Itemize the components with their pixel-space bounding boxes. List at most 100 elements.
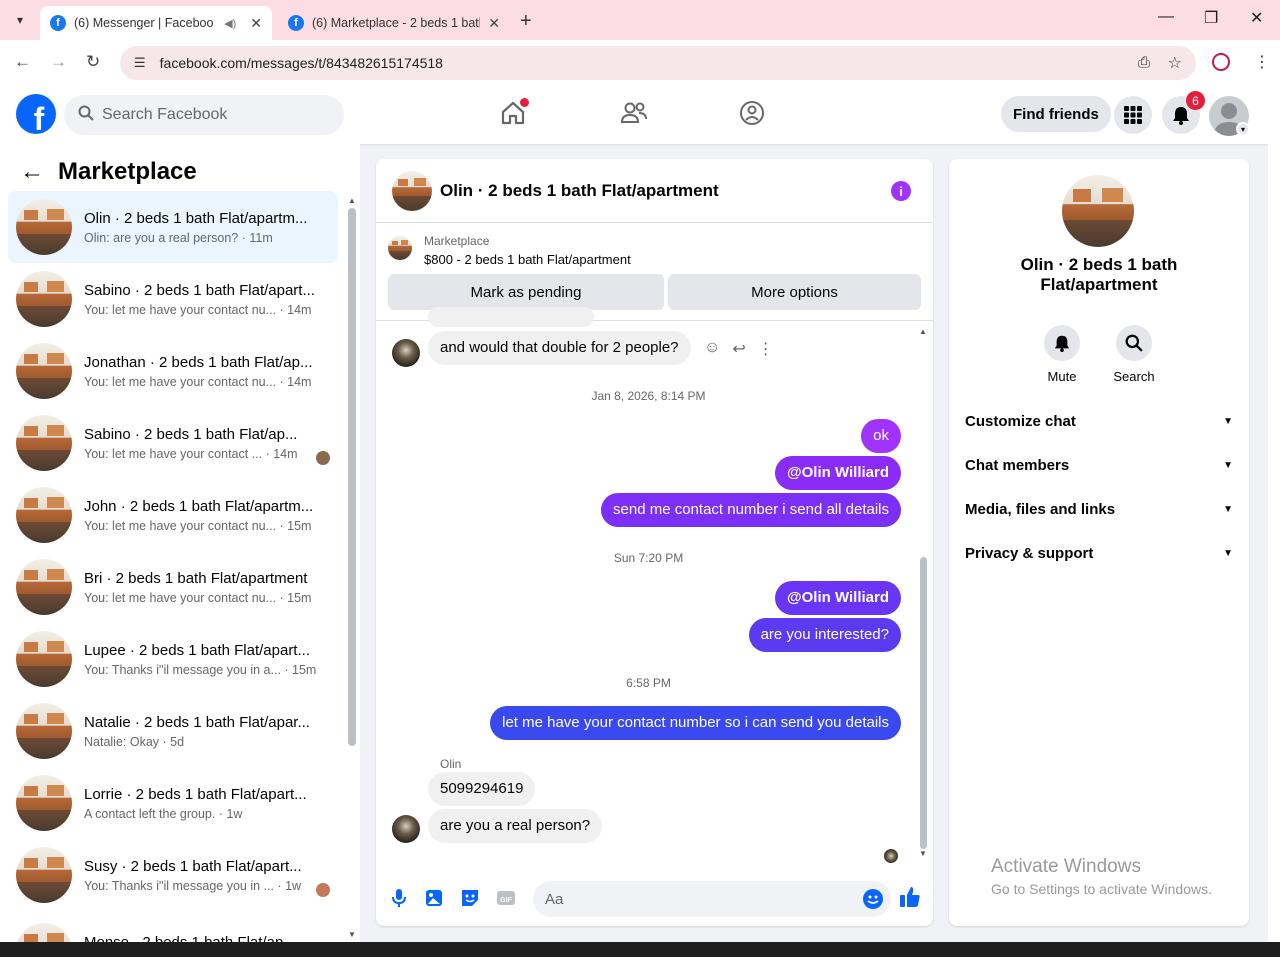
mute-bell-icon[interactable] (1044, 325, 1080, 361)
facebook-logo[interactable]: f (16, 94, 56, 134)
tab-search-chevron-icon[interactable]: ▾ (8, 8, 32, 32)
new-tab-icon[interactable]: + (520, 10, 532, 33)
friends-icon[interactable] (620, 100, 648, 128)
mark-as-pending-button[interactable]: Mark as pending (388, 274, 664, 310)
tab-messenger[interactable]: f (6) Messenger | Facebook ◀) ✕ (40, 6, 272, 40)
groups-icon[interactable] (739, 100, 767, 128)
tab-marketplace[interactable]: f (6) Marketplace - 2 beds 1 bath ✕ (278, 6, 510, 40)
outgoing-message[interactable]: let me have your contact number so i can… (490, 706, 901, 740)
outgoing-message[interactable]: are you interested? (748, 618, 901, 652)
search-icon (78, 105, 94, 125)
customize-chat-section[interactable]: Customize chat ▼ (965, 399, 1233, 443)
bookmark-star-icon[interactable]: ☆ (1168, 53, 1182, 73)
conversation-preview: You: let me have your contact nu... · 14… (84, 302, 312, 317)
conversation-item[interactable]: Lupee · 2 beds 1 bath Flat/apart... You: … (8, 623, 338, 695)
react-emoji-icon[interactable]: ☺ (704, 339, 720, 359)
chat-members-section[interactable]: Chat members ▼ (965, 443, 1233, 487)
search-box[interactable] (64, 95, 344, 135)
conversation-item[interactable]: Jonathan · 2 beds 1 bath Flat/ap... You: … (8, 335, 338, 407)
scroll-thumb[interactable] (920, 557, 927, 849)
conversation-item[interactable]: Susy · 2 beds 1 bath Flat/apart... You: T… (8, 839, 338, 911)
conversation-item[interactable]: Sabino · 2 beds 1 bath Flat/apart... You:… (8, 263, 338, 335)
conversation-preview: A contact left the group. · 1w (84, 806, 243, 821)
outgoing-message[interactable]: send me contact number i send all detail… (601, 493, 901, 527)
mute-action[interactable]: Mute (1032, 325, 1092, 384)
speaker-icon[interactable]: ◀) (224, 17, 236, 30)
message-thread: and would that double for 2 people? ☺ ↩ … (376, 307, 921, 861)
microphone-icon[interactable] (388, 887, 410, 909)
close-tab-icon[interactable]: ✕ (250, 15, 262, 32)
conversation-name: Sabino · 2 beds 1 bath Flat/apart... (84, 281, 315, 299)
back-icon[interactable]: ← (14, 52, 31, 72)
conversation-name: Sabino · 2 beds 1 bath Flat/ap... (84, 425, 298, 443)
menu-grid-icon[interactable] (1114, 96, 1152, 134)
message-input[interactable] (545, 890, 845, 908)
page-scrollbar[interactable] (1268, 86, 1280, 942)
restore-icon[interactable]: ❐ (1204, 8, 1218, 28)
account-chevron-icon[interactable]: ▾ (1236, 122, 1250, 136)
scroll-up-icon[interactable]: ▲ (348, 196, 356, 205)
outgoing-mention-message[interactable]: @Olin Williard (775, 581, 901, 615)
back-arrow-icon[interactable]: ← (20, 158, 44, 186)
incoming-message[interactable]: 5099294619 (428, 772, 536, 806)
conversation-list-scrollbar[interactable]: ▲ ▼ (348, 196, 356, 944)
forward-icon[interactable]: → (50, 52, 67, 72)
thumbs-up-icon[interactable] (898, 885, 922, 915)
chat-info-pane: Olin · 2 beds 1 bath Flat/apartment Mute… (949, 159, 1249, 926)
conversation-preview: You: let me have your contact ... · 14m (84, 446, 298, 461)
browser-profile-icon[interactable] (1212, 53, 1230, 71)
info-icon[interactable]: i (891, 181, 911, 201)
conversation-name: Lorrie · 2 beds 1 bath Flat/apart... (84, 785, 307, 803)
find-friends-button[interactable]: Find friends (1001, 96, 1111, 132)
photo-icon[interactable] (423, 887, 445, 909)
search-action[interactable]: Search (1104, 325, 1164, 384)
media-files-section[interactable]: Media, files and links ▼ (965, 487, 1233, 531)
outgoing-mention-message[interactable]: @Olin Williard (775, 456, 901, 490)
url-box[interactable]: ☰ facebook.com/messages/t/84348261517451… (120, 46, 1196, 80)
close-window-icon[interactable]: ✕ (1250, 8, 1263, 28)
minimize-icon[interactable]: — (1158, 8, 1174, 26)
conversation-item[interactable]: Lorrie · 2 beds 1 bath Flat/apart... A co… (8, 767, 338, 839)
sender-avatar (392, 815, 420, 843)
more-dots-icon[interactable]: ⋮ (758, 339, 774, 359)
conversation-name: Natalie · 2 beds 1 bath Flat/apar... (84, 713, 310, 731)
chevron-down-icon: ▼ (1223, 459, 1233, 471)
chat-avatar[interactable] (392, 170, 432, 211)
search-icon[interactable] (1116, 325, 1152, 361)
incoming-message[interactable]: and would that double for 2 people? (428, 331, 691, 365)
chat-header: Olin · 2 beds 1 bath Flat/apartment i (376, 159, 933, 223)
emoji-icon[interactable] (863, 889, 883, 909)
site-settings-icon[interactable]: ☰ (134, 55, 146, 71)
conversation-item[interactable]: Bri · 2 beds 1 bath Flat/apartment You: l… (8, 551, 338, 623)
conversation-item[interactable]: Sabino · 2 beds 1 bath Flat/ap... You: le… (8, 407, 338, 479)
listing-price[interactable]: $800 - 2 beds 1 bath Flat/apartment (424, 252, 631, 267)
browser-menu-icon[interactable]: ⋮ (1254, 52, 1270, 72)
chat-scrollbar[interactable]: ▲ ▼ (918, 327, 928, 858)
gif-icon[interactable]: GIF (495, 887, 517, 909)
close-tab-icon[interactable]: ✕ (488, 15, 500, 32)
listing-thumbnail (16, 199, 72, 255)
conversation-item[interactable]: Natalie · 2 beds 1 bath Flat/apar... Nata… (8, 695, 338, 767)
conversation-item[interactable]: Olin · 2 beds 1 bath Flat/apartm... Olin:… (8, 191, 338, 263)
search-input[interactable] (102, 106, 322, 124)
chat-title[interactable]: Olin · 2 beds 1 bath Flat/apartment (440, 181, 719, 201)
install-app-icon[interactable]: ⎙ (1138, 54, 1150, 71)
incoming-message[interactable]: are you a real person? (428, 809, 603, 843)
more-options-button[interactable]: More options (668, 274, 921, 310)
browser-tab-bar: ▾ f (6) Messenger | Facebook ◀) ✕ f (6) … (0, 0, 1280, 40)
scroll-thumb[interactable] (348, 208, 356, 746)
reload-icon[interactable]: ↻ (86, 52, 100, 72)
reply-icon[interactable]: ↩ (732, 339, 745, 359)
url-text[interactable]: facebook.com/messages/t/843482615174518 (160, 55, 443, 71)
timestamp: Sun 7:20 PM (613, 551, 684, 565)
outgoing-message[interactable]: ok (861, 419, 901, 453)
scroll-down-icon[interactable]: ▼ (348, 930, 356, 939)
scroll-down-icon[interactable]: ▼ (919, 849, 927, 858)
conversation-preview: You: let me have your contact nu... · 14… (84, 374, 312, 389)
sticker-icon[interactable] (459, 887, 481, 909)
conversation-item[interactable]: John · 2 beds 1 bath Flat/apartm... You: … (8, 479, 338, 551)
chevron-down-icon: ▼ (1223, 503, 1233, 515)
scroll-up-icon[interactable]: ▲ (919, 327, 927, 336)
privacy-support-section[interactable]: Privacy & support ▼ (965, 531, 1233, 575)
message-input-box[interactable] (533, 881, 891, 917)
